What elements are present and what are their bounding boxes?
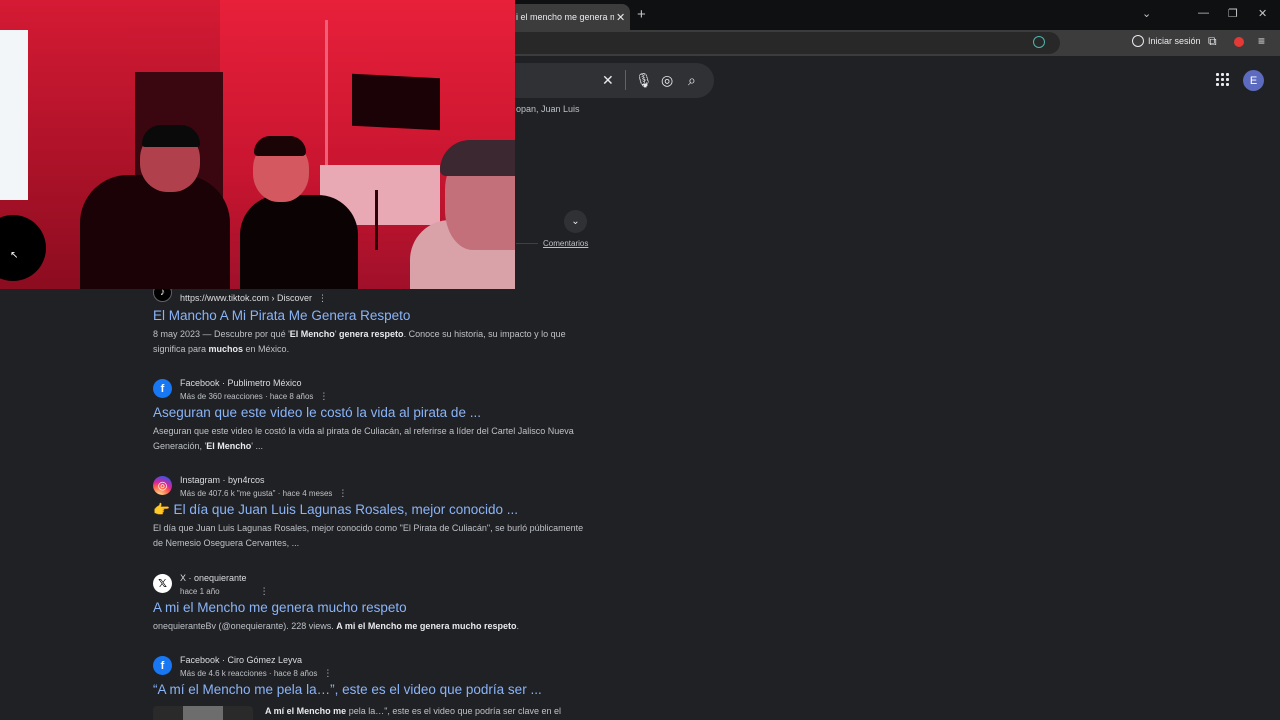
person-left xyxy=(80,175,230,289)
result-source[interactable]: Facebook · Ciro Gómez Leyva xyxy=(180,655,302,665)
result-title-link[interactable]: Aseguran que este video le costó la vida… xyxy=(153,405,481,420)
active-tab[interactable]: i el mencho me genera mucho ✕ xyxy=(500,4,630,30)
result-title-link[interactable]: “A mí el Mencho me pela la…”, este es el… xyxy=(153,682,542,697)
result-snippet: onequieranteBv (@onequierante). 228 view… xyxy=(153,621,519,631)
globe-icon[interactable] xyxy=(1033,36,1045,48)
minimize-icon[interactable]: — xyxy=(1198,7,1209,19)
menu-icon[interactable]: ≡ xyxy=(1258,34,1265,48)
tab-title: i el mencho me genera mucho xyxy=(516,12,614,22)
search-divider xyxy=(625,70,626,90)
more-options-icon: ⋮ xyxy=(319,391,329,401)
cursor-icon: ↖ xyxy=(10,250,19,261)
result-source[interactable]: https://www.tiktok.com › Discover ⋮ xyxy=(180,293,327,304)
extension-red-icon[interactable] xyxy=(1234,37,1244,47)
result-title-link[interactable]: El Mancho A Mi Pirata Me Genera Respeto xyxy=(153,308,410,323)
result-title-link[interactable]: A mi el Mencho me genera mucho respeto xyxy=(153,600,407,615)
divider xyxy=(516,243,538,244)
partial-snippet-text: opan, Juan Luis xyxy=(516,104,580,114)
person-center xyxy=(240,195,358,289)
result-title-link[interactable]: 👉 El día que Juan Luis Lagunas Rosales, … xyxy=(153,502,518,518)
more-options-icon: ⋮ xyxy=(323,668,333,678)
apps-grid-icon[interactable] xyxy=(1216,73,1229,86)
signin-label: Iniciar sesión xyxy=(1148,36,1201,46)
clear-search-icon[interactable]: ✕ xyxy=(602,72,614,89)
maximize-icon[interactable]: ❐ xyxy=(1228,7,1238,20)
result-snippet: 8 may 2023 — Descubre por qué 'El Mencho… xyxy=(153,329,566,354)
result-meta: Más de 360 reacciones · hace 8 años ⋮ xyxy=(180,391,329,401)
more-options-icon: ⋮ xyxy=(338,488,348,498)
microphone-icon[interactable]: 🎙 xyxy=(635,72,653,89)
close-window-icon[interactable]: ✕ xyxy=(1258,7,1267,20)
comments-link[interactable]: Comentarios xyxy=(543,239,588,248)
new-tab-button[interactable]: + xyxy=(637,6,646,23)
instagram-icon: ◎ xyxy=(153,476,172,495)
facebook-icon: f xyxy=(153,379,172,398)
mirror xyxy=(0,30,28,200)
result-meta: Más de 407.6 k "me gusta" · hace 4 meses… xyxy=(180,488,348,498)
video-thumbnail[interactable] xyxy=(153,706,253,720)
webcam-overlay: ↖ xyxy=(0,0,515,289)
expand-chevron-icon[interactable]: ⌄ xyxy=(564,210,587,233)
signin-button[interactable]: Iniciar sesión xyxy=(1132,35,1201,47)
result-source[interactable]: Instagram · byn4rcos xyxy=(180,475,265,485)
avatar[interactable]: E xyxy=(1243,70,1264,91)
tab-close-icon[interactable]: ✕ xyxy=(616,11,625,24)
result-source[interactable]: Facebook · Publimetro México xyxy=(180,378,302,388)
result-snippet: A mí el Mencho me pela la…", este es el … xyxy=(265,706,562,716)
address-bar[interactable] xyxy=(500,32,1060,54)
wall-tv xyxy=(352,73,440,131)
extensions-icon[interactable]: ⧉ xyxy=(1208,34,1217,49)
facebook-icon: f xyxy=(153,656,172,675)
x-icon: 𝕏 xyxy=(153,574,172,593)
tab-search-icon[interactable]: ⌄ xyxy=(1142,7,1151,20)
more-options-icon: ⋮ xyxy=(318,293,328,303)
result-source[interactable]: X · onequierante xyxy=(180,573,247,583)
result-meta: hace 1 año ⋮ xyxy=(180,586,269,596)
result-meta: Más de 4.6 k reacciones · hace 8 años ⋮ xyxy=(180,668,333,678)
more-options-icon: ⋮ xyxy=(259,586,269,596)
result-snippet: El día que Juan Luis Lagunas Rosales, me… xyxy=(153,523,584,548)
search-icon[interactable]: ⌕ xyxy=(688,72,696,89)
result-snippet: Aseguran que este video le costó la vida… xyxy=(153,426,574,451)
account-icon xyxy=(1132,35,1144,47)
lens-icon[interactable]: ◎ xyxy=(661,72,673,89)
